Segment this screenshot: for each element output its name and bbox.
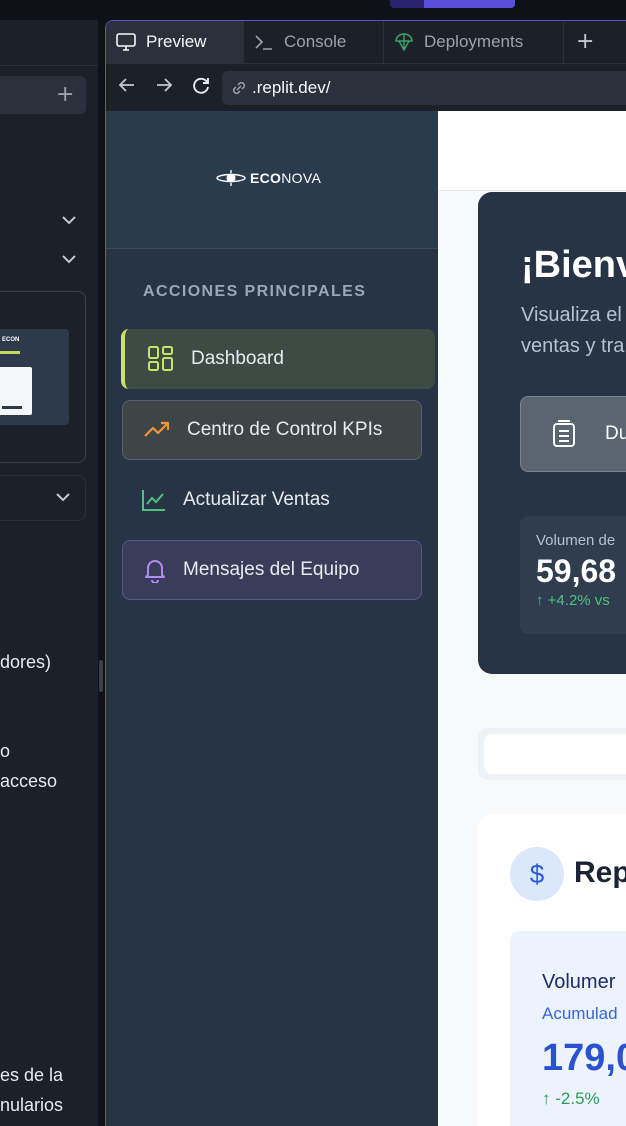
sidebar-item-label: Mensajes del Equipo bbox=[183, 559, 360, 580]
volume-change-text: +4.2% vs bbox=[547, 592, 610, 609]
tab-console[interactable]: Console bbox=[244, 21, 384, 63]
resize-handle[interactable] bbox=[99, 660, 103, 692]
add-icon[interactable]: + bbox=[56, 82, 74, 107]
tab-label: Preview bbox=[146, 32, 207, 51]
ide-select[interactable] bbox=[0, 475, 86, 521]
dollar-icon: $ bbox=[510, 847, 564, 901]
top-accent-bar bbox=[390, 0, 515, 8]
arrow-up-icon: ↑ bbox=[536, 592, 544, 609]
report-title: Rep bbox=[574, 856, 626, 889]
hero-title: ¡Bienv bbox=[521, 244, 626, 286]
document-icon bbox=[553, 420, 575, 447]
sidebar-item-mensajes[interactable]: Mensajes del Equipo bbox=[122, 540, 422, 600]
filter-input[interactable] bbox=[484, 734, 626, 774]
link-icon bbox=[232, 81, 246, 95]
chevron-down-icon[interactable] bbox=[62, 213, 76, 229]
card-value: 179,0 bbox=[542, 1037, 626, 1079]
back-arrow-icon[interactable] bbox=[118, 76, 136, 99]
hero-subtitle: Visualiza el ventas y tra bbox=[521, 300, 624, 362]
forward-arrow-icon[interactable] bbox=[155, 76, 173, 99]
arrow-up-icon: ↑ bbox=[542, 1089, 551, 1108]
terminal-icon bbox=[255, 35, 272, 50]
report-section: $ Rep Volumer Acumulad 179,0 ↑ -2.5% bbox=[478, 814, 626, 1126]
app-viewport: ECONOVA ACCIONES PRINCIPALES Dashboard C… bbox=[106, 111, 626, 1126]
top-header bbox=[438, 111, 626, 191]
hero-action-button[interactable]: Du bbox=[520, 396, 626, 472]
card-change: ↑ -2.5% bbox=[542, 1089, 600, 1109]
volume-label: Volumen de bbox=[536, 532, 616, 549]
sidebar-header: ECONOVA bbox=[106, 111, 438, 249]
url-input[interactable]: .replit.dev/ bbox=[222, 71, 626, 105]
card-title: Volumer bbox=[542, 971, 616, 993]
monitor-icon bbox=[116, 33, 136, 51]
ide-tab-strip bbox=[0, 20, 98, 66]
deploy-icon bbox=[395, 33, 413, 52]
preview-thumbnail: ECON bbox=[0, 329, 69, 425]
ide-text-line: dores) bbox=[0, 652, 52, 672]
tab-label: Deployments bbox=[424, 32, 524, 51]
sidebar: ECONOVA ACCIONES PRINCIPALES Dashboard C… bbox=[106, 111, 438, 1126]
hero-action-label: Du bbox=[605, 423, 626, 444]
logo-bold: ECO bbox=[250, 170, 282, 186]
grid-icon bbox=[148, 346, 173, 371]
hero-subtitle-line: Visualiza el bbox=[521, 304, 622, 326]
welcome-hero: ¡Bienv Visualiza el ventas y tra Du Volu… bbox=[478, 192, 626, 674]
pane-tabs: Preview Console Deployments + bbox=[106, 21, 626, 63]
ide-left-panel: + ECON dores) o acceso es de la nularios bbox=[0, 0, 98, 1126]
screen: + ECON dores) o acceso es de la nularios… bbox=[0, 0, 626, 1126]
ide-text-line: o bbox=[0, 741, 11, 761]
main-content: ¡Bienv Visualiza el ventas y tra Du Volu… bbox=[438, 111, 626, 1126]
tab-deployments[interactable]: Deployments bbox=[384, 21, 564, 63]
sidebar-item-label: Centro de Control KPIs bbox=[187, 419, 383, 440]
ide-text-line: nularios bbox=[0, 1095, 64, 1115]
volume-value: 59,68 bbox=[536, 553, 617, 589]
orbit-logo-icon bbox=[216, 170, 246, 186]
thumbnail-document bbox=[0, 367, 32, 415]
reload-icon[interactable] bbox=[191, 76, 211, 101]
chevron-down-icon[interactable] bbox=[62, 252, 76, 268]
ide-text-line: es de la bbox=[0, 1065, 64, 1085]
sidebar-item-kpis[interactable]: Centro de Control KPIs bbox=[122, 400, 422, 460]
url-bar: .replit.dev/ bbox=[106, 63, 626, 111]
thumbnail-accent bbox=[0, 351, 20, 354]
logo-rest: NOVA bbox=[281, 170, 322, 186]
brand-logo[interactable]: ECONOVA bbox=[216, 169, 321, 187]
volume-stat-card: Volumen de 59,68 ↑ +4.2% vs bbox=[520, 516, 626, 634]
ide-top-bar bbox=[0, 0, 98, 20]
sidebar-item-label: Actualizar Ventas bbox=[183, 489, 330, 510]
volume-change: ↑ +4.2% vs bbox=[536, 592, 626, 609]
chevron-down-icon[interactable] bbox=[56, 490, 70, 506]
tab-preview[interactable]: Preview bbox=[106, 21, 244, 63]
preview-pane: Preview Console Deployments + .replit.de… bbox=[105, 20, 626, 1126]
sidebar-item-ventas[interactable]: Actualizar Ventas bbox=[121, 470, 423, 530]
filter-strip bbox=[478, 728, 626, 780]
trend-up-icon bbox=[144, 421, 170, 437]
line-chart-icon bbox=[142, 490, 165, 511]
report-volume-card: Volumer Acumulad 179,0 ↑ -2.5% bbox=[510, 931, 626, 1126]
sidebar-item-dashboard[interactable]: Dashboard bbox=[121, 329, 435, 389]
bell-icon bbox=[145, 560, 165, 583]
url-text: .replit.dev/ bbox=[252, 78, 331, 97]
thumbnail-logo: ECON bbox=[2, 337, 20, 343]
section-title: ACCIONES PRINCIPALES bbox=[143, 283, 367, 300]
card-change-text: -2.5% bbox=[555, 1089, 600, 1108]
card-subtitle: Acumulad bbox=[542, 1004, 618, 1023]
sidebar-item-label: Dashboard bbox=[191, 348, 284, 369]
hero-subtitle-line: ventas y tra bbox=[521, 335, 625, 357]
tab-label: Console bbox=[284, 32, 347, 51]
add-tab-icon[interactable]: + bbox=[576, 29, 594, 54]
ide-text-line: acceso bbox=[0, 771, 58, 791]
